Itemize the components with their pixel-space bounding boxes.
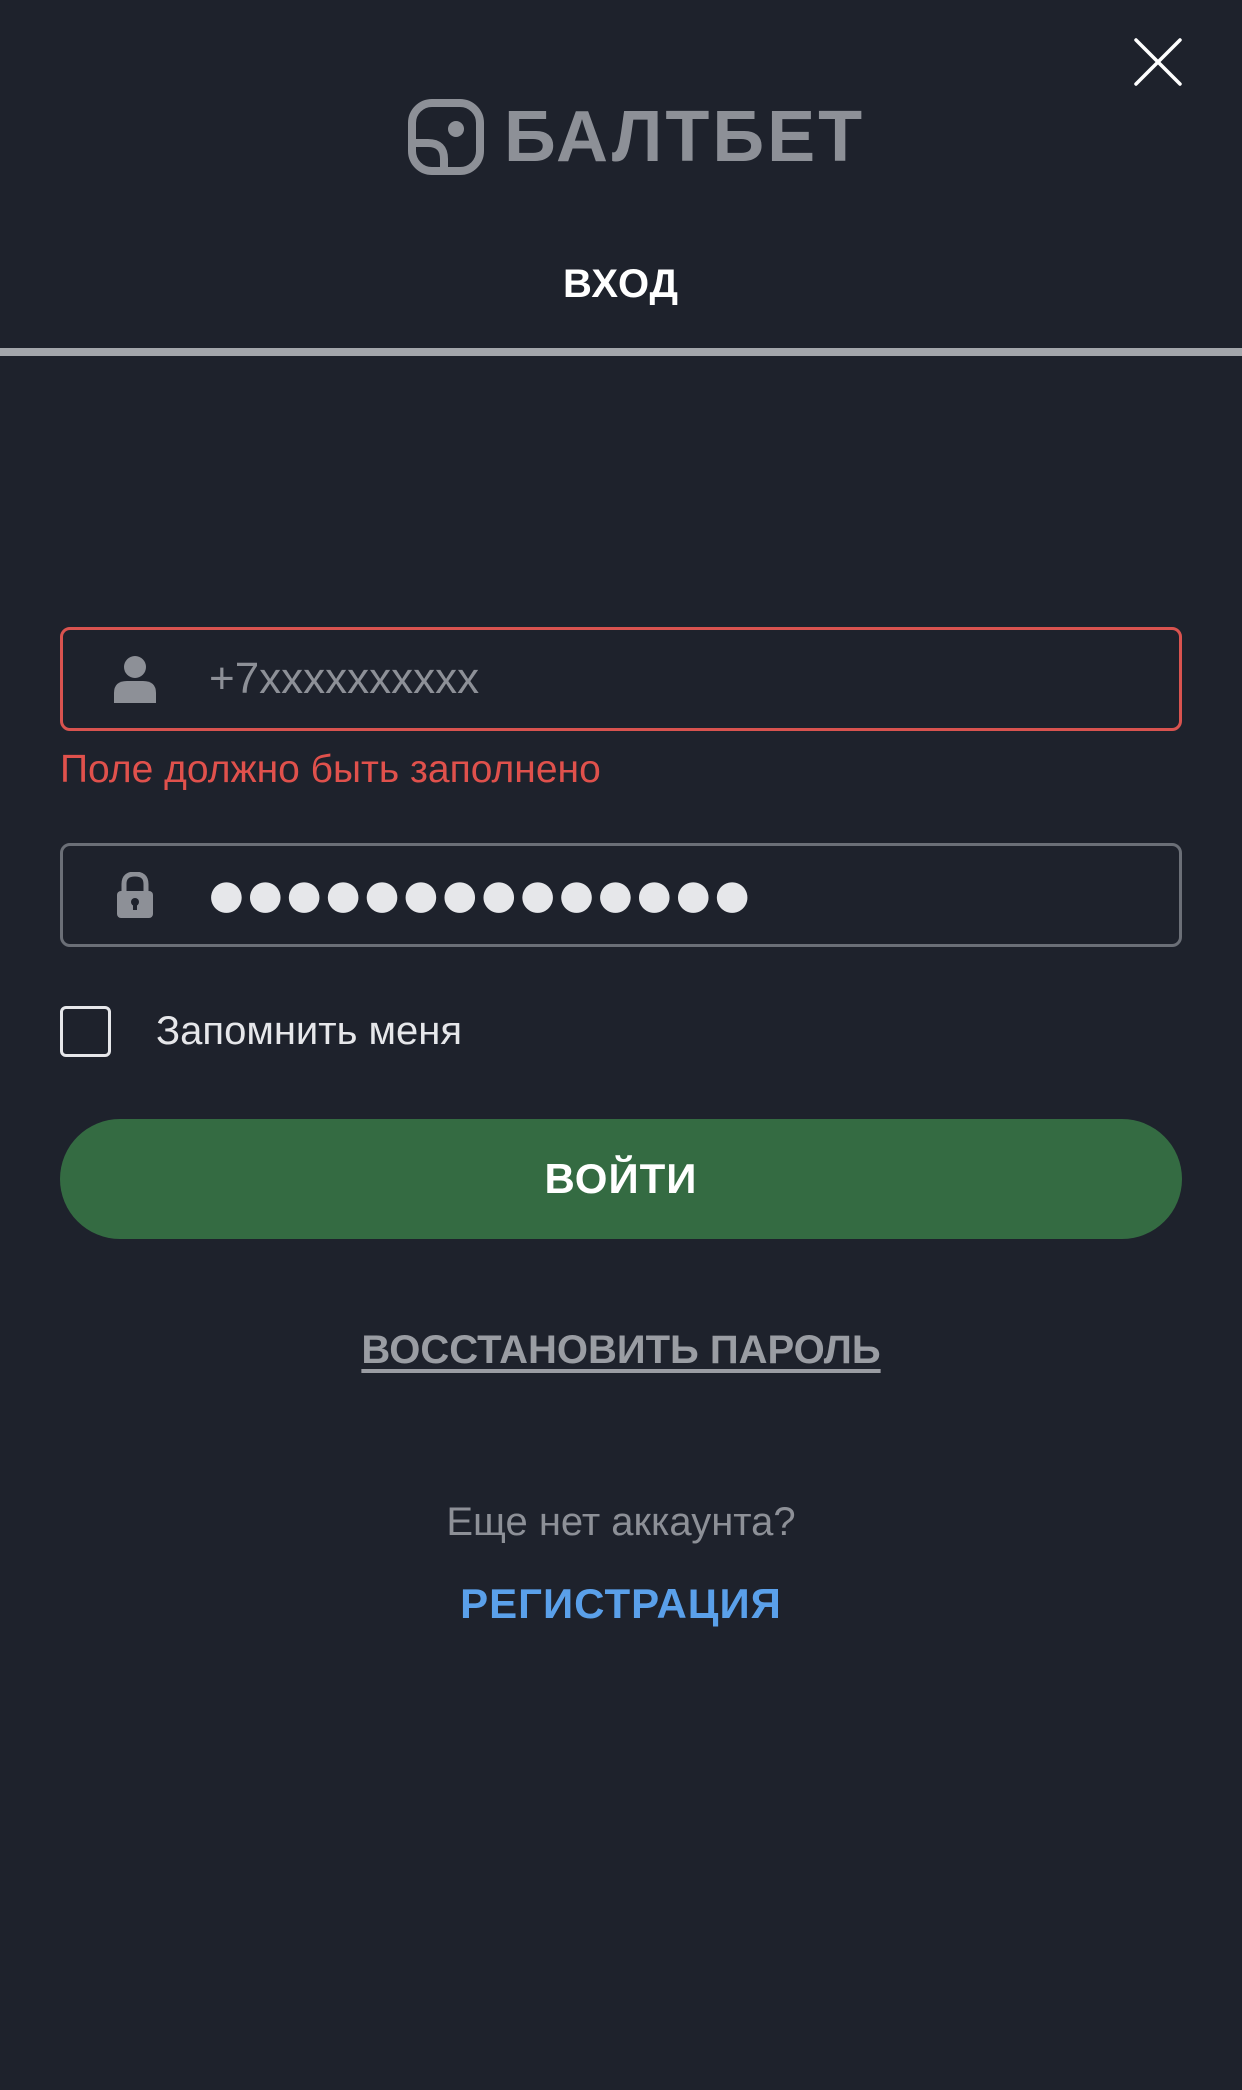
no-account-text: Еще нет аккаунта?	[446, 1500, 796, 1544]
tab-active-indicator	[0, 348, 1242, 356]
remember-me-checkbox[interactable]	[60, 1006, 111, 1057]
phone-input[interactable]	[209, 654, 1179, 704]
password-field[interactable]: ●●●●●●●●●●●●●●	[60, 843, 1182, 947]
remember-me-label: Запомнить меня	[156, 1009, 463, 1053]
phone-field[interactable]	[60, 627, 1182, 731]
restore-password-container: ВОССТАНОВИТЬ ПАРОЛЬ	[0, 1328, 1242, 1373]
restore-password-link[interactable]: ВОССТАНОВИТЬ ПАРОЛЬ	[361, 1328, 880, 1372]
close-button[interactable]	[1128, 32, 1188, 92]
user-icon	[113, 655, 157, 703]
phone-error-message: Поле должно быть заполнено	[60, 748, 601, 791]
lock-icon	[113, 871, 157, 919]
baltbet-logo-icon	[408, 99, 484, 175]
register-container: РЕГИСТРАЦИЯ	[0, 1580, 1242, 1628]
password-input[interactable]: ●●●●●●●●●●●●●●	[209, 872, 754, 918]
brand-logo: БАЛТБЕТ	[408, 96, 865, 178]
close-icon	[1134, 38, 1182, 86]
register-link[interactable]: РЕГИСТРАЦИЯ	[460, 1580, 782, 1627]
login-screen: БАЛТБЕТ ВХОД Поле должно быть заполнено …	[0, 0, 1242, 2090]
remember-me-toggle[interactable]: Запомнить меня	[60, 1006, 462, 1057]
login-button[interactable]: ВОЙТИ	[60, 1119, 1182, 1239]
tab-login[interactable]: ВХОД	[0, 262, 1242, 307]
brand-name: БАЛТБЕТ	[504, 97, 866, 177]
